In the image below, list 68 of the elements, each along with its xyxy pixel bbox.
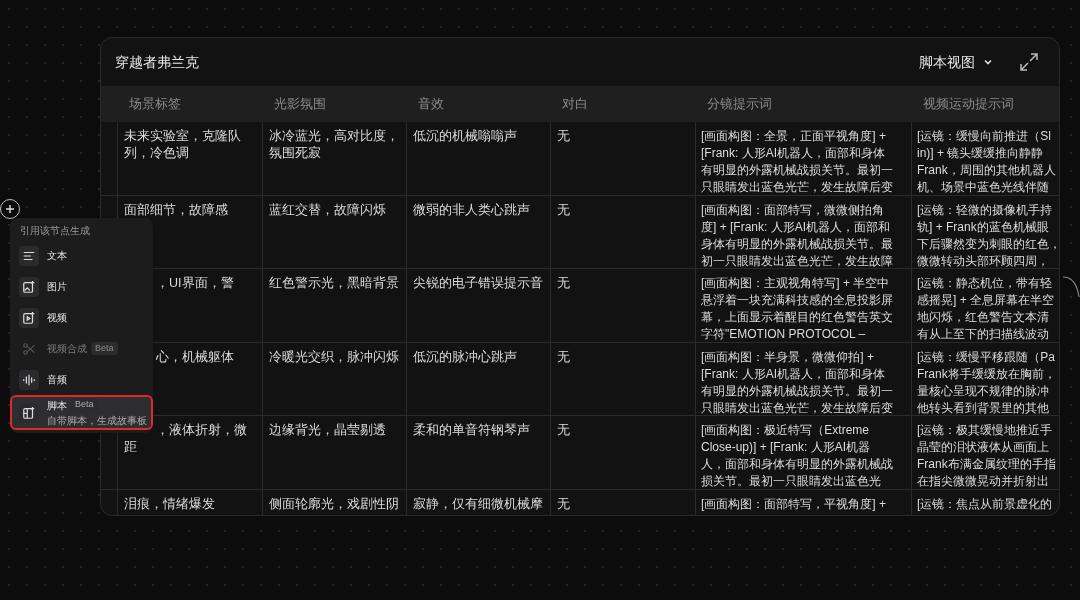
menu-item[interactable]: 图片 xyxy=(12,271,151,302)
table-cell-text: 心，机械躯体 xyxy=(155,348,235,366)
storyboard-icon xyxy=(22,405,36,420)
table-cell: 冰冷蓝光，高对比度， 氛围死寂 xyxy=(269,128,400,162)
scissors-icon xyxy=(22,341,36,356)
expand-icon xyxy=(1019,52,1039,72)
table-cell-text: 未来实验室，克隆队 列，冷色调 xyxy=(124,128,242,162)
table-cell-text: [画面构图：面部特写，平视角度] + xyxy=(701,495,887,513)
table-cell-text: [画面构图：极近特写（Extreme Close-up)] + [Frank: 人形AI机器 人，面部和身体有明显的外露机械战 损关节。最初一只眼睛发出蓝色光 xyxy=(701,422,894,490)
plus-icon xyxy=(5,204,15,214)
card-title: 穿越者弗兰克 xyxy=(115,52,199,72)
table-cell: [运镜：轻微的摄像机手持 轨] + Frank的蓝色机械眼 下后骤然变为刺眼的红色， 微微转动头部环顾四周， xyxy=(917,201,1055,270)
table-cell-text: 无 xyxy=(557,275,571,292)
column-header: 音效 xyxy=(417,95,445,114)
menu-item[interactable]: 文本 xyxy=(12,240,151,271)
column-header: 分镜提示词 xyxy=(706,95,773,114)
table-cell: 侧面轮廓光，戏剧性阴 xyxy=(269,495,400,513)
connector-line xyxy=(1062,276,1080,298)
menu-item[interactable]: 视频 xyxy=(12,302,151,333)
table-cell-text: 边缘背光，晶莹剔透 xyxy=(269,422,387,439)
column-header: 对白 xyxy=(561,95,589,114)
chevron-down-icon xyxy=(983,57,993,67)
table-cell-text: [画面构图：主观视角特写] + 半空中 悬浮着一块充满科技感的全息投影屏 幕，上面显示着醒目的红色警告英文 字符"EMOTION PROTOCOL – xyxy=(701,275,894,343)
column-header: 视频运动提示词 xyxy=(922,95,1015,114)
table-cell-text: 低沉的脉冲心跳声 xyxy=(413,348,518,366)
table-cell-text: 无 xyxy=(557,495,571,513)
view-dropdown[interactable]: 脚本视图 xyxy=(919,51,993,73)
table-cell: 冷暖光交织，脉冲闪烁 xyxy=(269,348,400,366)
video-sparkle-icon xyxy=(22,310,36,325)
table-cell-text: 蓝红交替，故障闪烁 xyxy=(269,201,387,219)
image-sparkle-icon xyxy=(22,279,36,294)
column-header: 场景标签 xyxy=(128,95,182,114)
table-cell: [运镜：静态机位，带有轻 感摇晃] + 全息屏幕在半空 地闪烁，红色警告文本清 有从上至下的扫描线波动 xyxy=(917,275,1055,343)
table-cell: [运镜：缓慢向前推进（Sl in)] + 镜头缓缓推向静静 Frank，周围的其他机器人 机、场景中蓝色光线伴随 xyxy=(917,128,1055,196)
table-cell-text: 无 xyxy=(557,128,571,145)
table-cell-text: 柔和的单音符钢琴声 xyxy=(413,422,531,439)
menu-item[interactable]: 音频 xyxy=(12,364,151,395)
menu-item-label: 视频 xyxy=(47,311,67,325)
table-cell-text: ，UI界面，警 xyxy=(155,275,235,292)
table-cell-text: [画面构图：全景，正面平视角度] + [Frank: 人形AI机器人，面部和身体 有明显的外露机械战损关节。最初一 只眼睛发出蓝色光芒，发生故障后变 xyxy=(701,128,894,196)
menu-item-label: 文本 xyxy=(47,249,67,263)
table-cell: [运镜：缓慢平移跟随（Pa Frank将手缓缓放在胸前， 量核心呈现不规律的脉冲 他转头看到背景里的其他 xyxy=(917,348,1055,417)
add-node-button[interactable] xyxy=(0,199,20,219)
menu-item-label: 视频合成 xyxy=(47,342,87,356)
column-header: 光影氛围 xyxy=(273,95,327,114)
table-cell-text: [画面构图：半身景，微微仰拍] + [Frank: 人形AI机器人，面部和身体 有明显的外露机械战损关节。最初一 只眼睛发出蓝色光芒，发生故障后变 xyxy=(701,348,894,417)
table-cell-text: 无 xyxy=(557,348,571,366)
menu-item-subtitle: 自带脚本，生成故事板 xyxy=(47,413,147,428)
menu-item-label: 脚本 xyxy=(47,398,67,413)
table-cell-text: 无 xyxy=(557,422,571,439)
table-cell-text: [运镜：焦点从前景虚化的 xyxy=(917,495,1054,513)
table-cell-text: 低沉的机械嗡嗡声 xyxy=(413,128,518,145)
table-cell: 尖锐的电子错误提示音 xyxy=(413,275,544,292)
menu-title: 引用该节点生成 xyxy=(19,224,91,238)
table-cell-text: 泪痕，情绪爆发 xyxy=(124,495,216,513)
expand-button[interactable] xyxy=(1017,50,1041,74)
menu-item[interactable]: 脚本 Beta 自带脚本，生成故事板 xyxy=(12,397,151,428)
table-cell: 红色警示光，黑暗背景 xyxy=(269,275,400,292)
menu-item-label: 音频 xyxy=(47,373,67,387)
sound-wave-icon xyxy=(22,372,36,387)
table-cell-text: 面部细节，故障感 xyxy=(124,201,229,219)
table-cell-text: [画面构图：面部特写，微微侧拍角 度] + [Frank: 人形AI机器人，面部和 身体有明显的外露机械战损关节。最 初一只眼睛发出蓝色光芒，发生故障 xyxy=(701,201,894,270)
menu-item-label: 图片 xyxy=(47,280,67,294)
table-cell: 寂静，仅有细微机械摩 xyxy=(413,495,544,513)
table-cell: [运镜：极其缓慢地推近手 晶莹的泪状液体从画面上 Frank布满金属纹理的手指 在指尖微微晃动并折射出 xyxy=(917,422,1055,490)
table-cell-text: 微弱的非人类心跳声 xyxy=(413,201,531,219)
table-cell-text: 无 xyxy=(557,201,571,219)
beta-badge: Beta xyxy=(91,341,118,356)
